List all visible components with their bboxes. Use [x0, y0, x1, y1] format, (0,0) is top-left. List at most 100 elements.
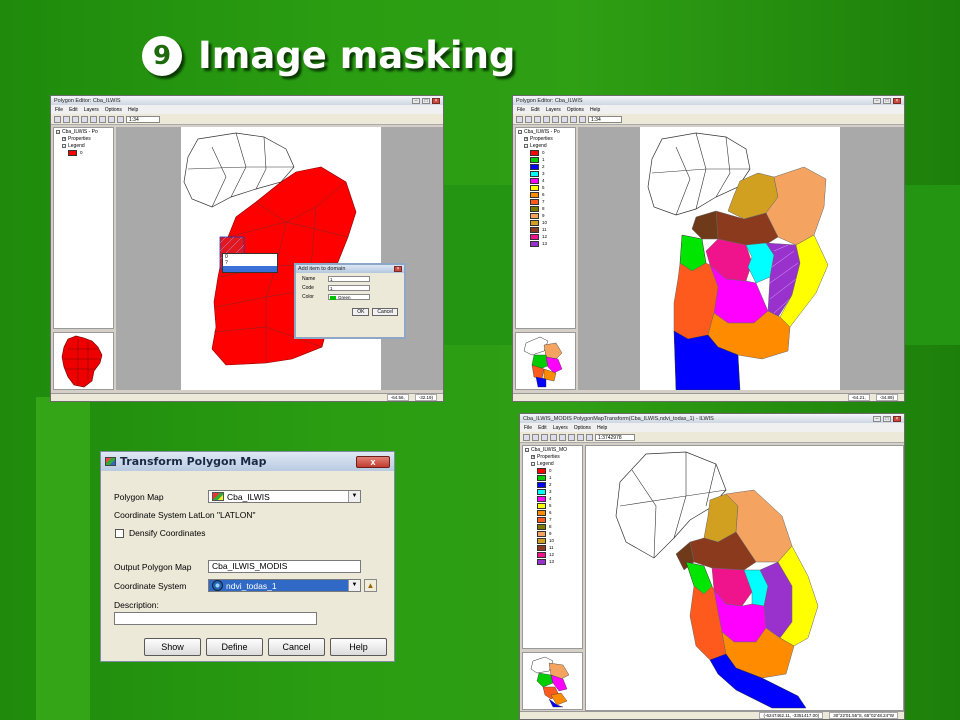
output-map-input[interactable]: Cba_ILWIS_MODIS [208, 560, 361, 573]
dialog-title: Add item to domain [298, 266, 346, 272]
overview-map[interactable] [522, 652, 583, 710]
maximize-icon[interactable]: □ [883, 97, 891, 104]
entire-map-icon[interactable] [579, 115, 586, 123]
menu-options[interactable]: Options [574, 425, 591, 431]
tree-root[interactable]: - Cba_ILWIS - Po [516, 128, 575, 135]
menu-help[interactable]: Help [590, 107, 600, 113]
ok-button[interactable]: OK [352, 308, 370, 316]
maximize-icon[interactable]: □ [422, 97, 430, 104]
zoom-out-icon[interactable] [568, 433, 575, 441]
tree-legend[interactable]: - Legend [516, 142, 575, 149]
tree-legend[interactable]: - Legend [523, 460, 582, 467]
overview-map[interactable] [53, 332, 114, 390]
tree-root[interactable]: - Cba_ILWIS - Po [54, 128, 113, 135]
legend-swatch [530, 156, 539, 163]
pan-icon[interactable] [81, 115, 88, 123]
legend-item: 0 [523, 467, 582, 474]
tree-properties[interactable]: + Properties [523, 453, 582, 460]
zoom-in-icon[interactable] [559, 433, 566, 441]
globe-icon [212, 580, 223, 591]
info-icon[interactable] [586, 433, 593, 441]
paste-icon[interactable] [532, 433, 539, 441]
maximize-icon[interactable]: □ [883, 415, 891, 422]
menu-layers[interactable]: Layers [84, 107, 99, 113]
menu-file[interactable]: File [55, 107, 63, 113]
zoom-out-icon[interactable] [99, 115, 106, 123]
paste-icon[interactable] [525, 115, 532, 123]
tree-root[interactable]: - Cba_ILWIS_MO [523, 446, 582, 453]
pan-icon[interactable] [543, 115, 550, 123]
copy-icon[interactable] [523, 433, 530, 441]
menu-options[interactable]: Options [105, 107, 122, 113]
help-button[interactable]: Help [330, 638, 387, 656]
tree-legend[interactable]: - Legend [54, 142, 113, 149]
scale-box[interactable]: 1:3742978 [595, 433, 635, 441]
menu-edit[interactable]: Edit [538, 425, 547, 431]
menu-file[interactable]: File [524, 425, 532, 431]
save-icon[interactable] [570, 115, 577, 123]
cancel-button[interactable]: Cancel [268, 638, 325, 656]
minimize-icon[interactable]: – [873, 415, 881, 422]
close-icon[interactable]: × [893, 97, 901, 104]
legend-label: 1 [542, 157, 545, 162]
polygon-map-select[interactable]: Cba_ILWIS ▼ [208, 490, 361, 503]
legend-item: 4 [516, 177, 575, 184]
coord-sys-select[interactable]: ndvi_todas_1 ▼ [208, 579, 361, 592]
legend-swatch [537, 516, 546, 523]
close-icon[interactable]: x [356, 455, 390, 468]
map-view[interactable] [585, 445, 904, 711]
zoom-out-icon[interactable] [561, 115, 568, 123]
save-icon[interactable] [108, 115, 115, 123]
popup-item-selected[interactable] [223, 266, 277, 272]
cancel-button[interactable]: Cancel [372, 308, 398, 316]
menu-edit[interactable]: Edit [531, 107, 540, 113]
menu-layers[interactable]: Layers [553, 425, 568, 431]
tree-properties[interactable]: + Properties [54, 135, 113, 142]
menu-edit[interactable]: Edit [69, 107, 78, 113]
pointer-icon[interactable] [534, 115, 541, 123]
window-title: Polygon Editor: Cba_ILWIS [516, 97, 583, 104]
polygon-map-label: Polygon Map [114, 492, 164, 502]
name-field[interactable]: 1 [328, 276, 370, 282]
color-select[interactable]: Green [328, 294, 370, 300]
close-icon[interactable]: × [394, 266, 402, 272]
menu-file[interactable]: File [517, 107, 525, 113]
entire-map-icon[interactable] [117, 115, 124, 123]
close-icon[interactable]: × [893, 415, 901, 422]
entire-map-icon[interactable] [577, 433, 584, 441]
scale-box[interactable]: 1:34 [126, 115, 160, 123]
description-input[interactable] [114, 612, 317, 625]
copy-icon[interactable] [54, 115, 61, 123]
paste-icon[interactable] [63, 115, 70, 123]
legend-list: 0 1 2 3 4 5 6 7 8 9 10 11 12 13 [523, 467, 582, 565]
define-button[interactable]: Define [206, 638, 263, 656]
legend-item: 1 [516, 156, 575, 163]
pointer-icon[interactable] [541, 433, 548, 441]
menu-help[interactable]: Help [597, 425, 607, 431]
menu-layers[interactable]: Layers [546, 107, 561, 113]
pointer-icon[interactable] [72, 115, 79, 123]
overview-map[interactable] [515, 332, 576, 390]
copy-icon[interactable] [516, 115, 523, 123]
map-view[interactable]: 0 ? Add item to domain × Name 1 Code 1 Colo… [116, 127, 443, 390]
minimize-icon[interactable]: – [412, 97, 420, 104]
tree-properties[interactable]: + Properties [516, 135, 575, 142]
minimize-icon[interactable]: – [873, 97, 881, 104]
zoom-in-icon[interactable] [90, 115, 97, 123]
chevron-down-icon[interactable]: ▼ [348, 580, 360, 591]
scale-box[interactable]: 1:34 [588, 115, 622, 123]
menu-help[interactable]: Help [128, 107, 138, 113]
legend-item: 8 [516, 205, 575, 212]
close-icon[interactable]: × [432, 97, 440, 104]
create-coord-sys-icon[interactable]: ▲ [364, 579, 377, 592]
legend-label: 11 [542, 227, 547, 232]
domain-popup-list[interactable]: 0 ? [222, 253, 278, 273]
densify-checkbox[interactable] [115, 529, 124, 538]
chevron-down-icon[interactable]: ▼ [348, 491, 360, 502]
zoom-in-icon[interactable] [552, 115, 559, 123]
code-field[interactable]: 1 [328, 285, 370, 291]
menu-options[interactable]: Options [567, 107, 584, 113]
show-button[interactable]: Show [144, 638, 201, 656]
pan-icon[interactable] [550, 433, 557, 441]
map-view[interactable] [578, 127, 904, 390]
